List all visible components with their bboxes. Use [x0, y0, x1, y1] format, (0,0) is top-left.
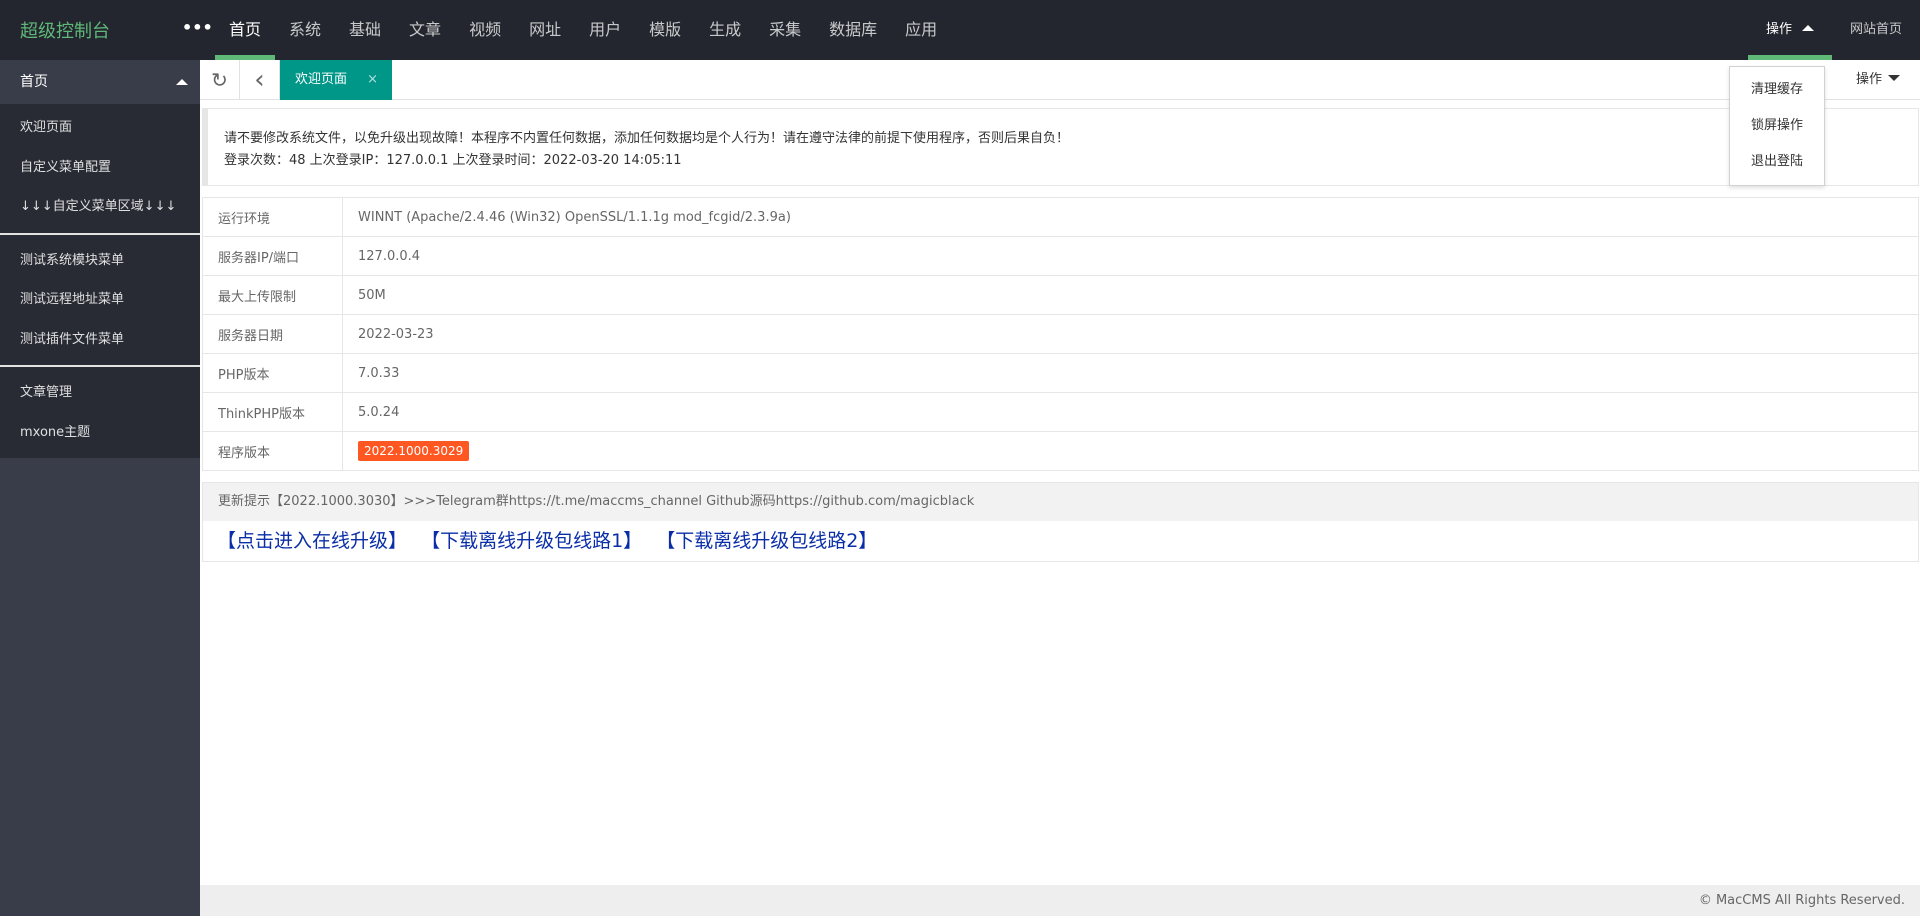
clear-cache-item[interactable]: 清理缓存	[1730, 72, 1824, 108]
table-row: 服务器IP/端口 127.0.0.4	[202, 236, 1919, 276]
sidebar-head-label: 首页	[20, 74, 48, 90]
sidebar-item-article-manage[interactable]: 文章管理	[0, 373, 200, 413]
row-label: 运行环境	[202, 197, 343, 237]
operate-menu[interactable]: 操作	[1747, 0, 1832, 60]
table-row: 服务器日期 2022-03-23	[202, 314, 1919, 354]
tab-welcome[interactable]: 欢迎页面 ×	[280, 60, 392, 100]
sidebar-item-custom-menu[interactable]: 自定义菜单配置	[0, 148, 200, 188]
nav-apps[interactable]: 应用	[891, 0, 951, 60]
update-panel: 更新提示【2022.1000.3030】>>>Telegram群https://…	[202, 482, 1919, 562]
nav-home[interactable]: 首页	[215, 0, 276, 60]
login-info: 登录次数：48 上次登录IP：127.0.0.1 上次登录时间：2022-03-…	[224, 153, 682, 168]
caret-down-icon	[1888, 75, 1900, 81]
close-icon[interactable]: ×	[367, 60, 378, 100]
lock-screen-item[interactable]: 锁屏操作	[1730, 108, 1824, 144]
nav-generate[interactable]: 生成	[695, 0, 755, 60]
nav-video[interactable]: 视频	[455, 0, 515, 60]
caret-up-icon	[176, 79, 188, 85]
more-menu-icon[interactable]: •••	[182, 18, 213, 37]
row-value: 7.0.33	[342, 353, 1919, 393]
sidebar-item-test-plugin[interactable]: 测试插件文件菜单	[0, 320, 200, 360]
update-tip: 更新提示【2022.1000.3030】>>>Telegram群https://…	[203, 483, 1918, 521]
nav-database[interactable]: 数据库	[815, 0, 891, 60]
nav-template[interactable]: 模版	[635, 0, 695, 60]
row-label: ThinkPHP版本	[202, 392, 343, 432]
divider	[0, 365, 200, 367]
refresh-icon[interactable]: ↻	[200, 60, 240, 100]
row-label: 程序版本	[202, 431, 343, 471]
nav-article[interactable]: 文章	[395, 0, 455, 60]
logout-item[interactable]: 退出登陆	[1730, 144, 1824, 180]
table-row: ThinkPHP版本 5.0.24	[202, 392, 1919, 432]
table-row: 最大上传限制 50M	[202, 275, 1919, 315]
tab-operate-label: 操作	[1855, 72, 1882, 87]
sidebar-item-welcome[interactable]: 欢迎页面	[0, 108, 200, 148]
nav-collect[interactable]: 采集	[755, 0, 815, 60]
top-nav: 首页 系统 基础 文章 视频 网址 用户 模版 生成 采集 数据库 应用	[215, 0, 951, 60]
top-header: 超级控制台 ••• 首页 系统 基础 文章 视频 网址 用户 模版 生成 采集 …	[0, 0, 1920, 60]
nav-website[interactable]: 网址	[515, 0, 575, 60]
table-row: 程序版本 2022.1000.3029	[202, 431, 1919, 471]
logo[interactable]: 超级控制台	[20, 17, 110, 43]
row-label: 服务器日期	[202, 314, 343, 354]
site-home-link[interactable]: 网站首页	[1832, 0, 1920, 60]
row-value: 127.0.0.4	[342, 236, 1919, 276]
table-row: PHP版本 7.0.33	[202, 353, 1919, 393]
row-label: PHP版本	[202, 353, 343, 393]
tab-operate-menu[interactable]: 操作	[1856, 60, 1900, 100]
row-label: 最大上传限制	[202, 275, 343, 315]
row-label: 服务器IP/端口	[202, 236, 343, 276]
operate-label: 操作	[1765, 22, 1792, 37]
tab-bar: ↻ ‹ 欢迎页面 × 操作	[200, 60, 1920, 100]
footer: © MacCMS All Rights Reserved.	[200, 885, 1920, 916]
row-value: WINNT (Apache/2.4.46 (Win32) OpenSSL/1.1…	[342, 197, 1919, 237]
server-info-table: 运行环境 WINNT (Apache/2.4.46 (Win32) OpenSSL…	[202, 197, 1919, 471]
version-badge: 2022.1000.3029	[358, 441, 470, 461]
offline-download-link-1[interactable]: 【下载离线升级包线路1】	[421, 530, 642, 552]
row-value: 50M	[342, 275, 1919, 315]
back-icon[interactable]: ‹	[240, 60, 280, 100]
nav-user[interactable]: 用户	[575, 0, 635, 60]
table-row: 运行环境 WINNT (Apache/2.4.46 (Win32) OpenSSL…	[202, 197, 1919, 237]
offline-download-link-2[interactable]: 【下载离线升级包线路2】	[656, 530, 877, 552]
sidebar-item-test-remote[interactable]: 测试远程地址菜单	[0, 280, 200, 320]
sidebar-item-mxone-theme[interactable]: mxone主题	[0, 413, 200, 453]
row-value: 2022-03-23	[342, 314, 1919, 354]
sidebar-group-home[interactable]: 首页	[0, 60, 200, 104]
online-upgrade-link[interactable]: 【点击进入在线升级】	[217, 530, 407, 552]
nav-system[interactable]: 系统	[275, 0, 335, 60]
divider	[0, 232, 200, 235]
sidebar: 首页 欢迎页面 自定义菜单配置 ↓↓↓自定义菜单区域↓↓↓ 测试系统模块菜单 测…	[0, 60, 200, 916]
caret-up-icon	[1801, 25, 1814, 31]
notice-warning: 请不要修改系统文件，以免升级出现故障！本程序不内置任何数据，添加任何数据均是个人…	[224, 131, 1070, 146]
row-value: 5.0.24	[342, 392, 1919, 432]
tab-label: 欢迎页面	[295, 72, 348, 87]
operate-dropdown: 清理缓存 锁屏操作 退出登陆	[1729, 66, 1825, 186]
sidebar-item-custom-area[interactable]: ↓↓↓自定义菜单区域↓↓↓	[0, 187, 200, 227]
sidebar-item-test-module[interactable]: 测试系统模块菜单	[0, 241, 200, 281]
notice-box: 请不要修改系统文件，以免升级出现故障！本程序不内置任何数据，添加任何数据均是个人…	[202, 108, 1919, 186]
nav-basic[interactable]: 基础	[335, 0, 395, 60]
